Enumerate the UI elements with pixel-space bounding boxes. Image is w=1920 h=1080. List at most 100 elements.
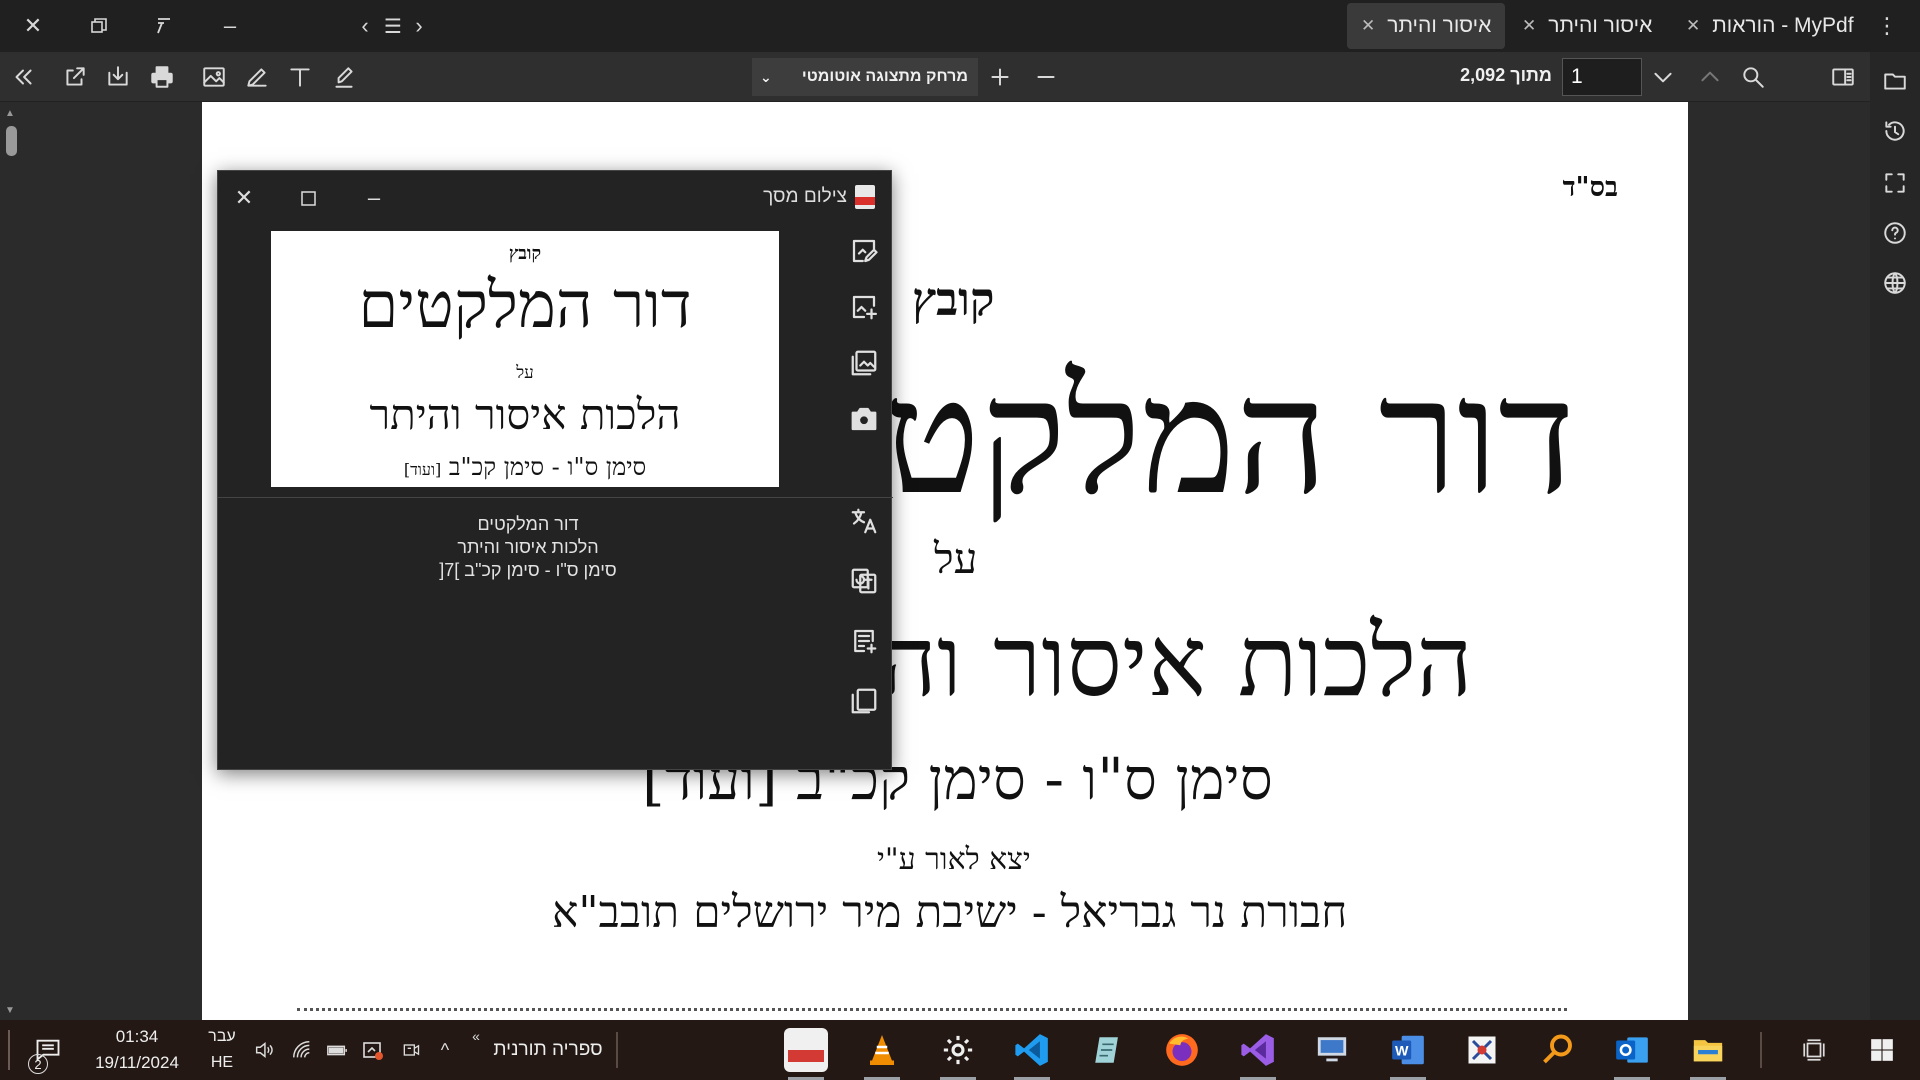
- remote-desktop-icon[interactable]: [1310, 1028, 1354, 1072]
- notification-center[interactable]: 2: [26, 1020, 70, 1080]
- pen-icon[interactable]: [242, 62, 272, 92]
- chevron-up-icon[interactable]: [1695, 62, 1725, 92]
- gallery-icon[interactable]: [846, 345, 882, 381]
- clock[interactable]: 01:34 19/11/2024: [82, 1020, 192, 1080]
- clock-date: 19/11/2024: [95, 1053, 179, 1072]
- add-image-icon[interactable]: [846, 289, 882, 325]
- zoom-in-icon[interactable]: [985, 62, 1015, 92]
- firefox-icon[interactable]: [1160, 1028, 1204, 1072]
- tab-instructions[interactable]: ✕ הוראות - MyPdf: [1672, 3, 1868, 49]
- sync-icon[interactable]: [358, 1020, 388, 1080]
- language-indicator[interactable]: עבר HE: [200, 1020, 244, 1080]
- windows-start-icon[interactable]: [1860, 1020, 1904, 1080]
- cut-text-line: [297, 1008, 1567, 1013]
- copy-icon[interactable]: [846, 683, 882, 719]
- toolbar: ⌄ מרחק מתצוגה אוטומטי מתוך 2,092 1: [0, 52, 1870, 102]
- edit-image-icon[interactable]: [846, 233, 882, 269]
- snip-image-al: על: [516, 363, 534, 383]
- fullscreen-icon[interactable]: [1880, 168, 1910, 198]
- outlook-icon[interactable]: [1610, 1028, 1654, 1080]
- captured-image: קובץ דור המלקטים על הלכות איסור והיתר סי…: [271, 231, 779, 487]
- show-hidden-icons-icon[interactable]: ^: [432, 1020, 458, 1080]
- scroll-up-arrow[interactable]: ▲: [5, 108, 15, 119]
- pin-icon[interactable]: [146, 8, 182, 44]
- globe-icon[interactable]: [1880, 268, 1910, 298]
- scroll-thumb[interactable]: [6, 126, 17, 156]
- snip-image-extra: [ועוד]: [403, 460, 442, 479]
- notepad-icon[interactable]: [1086, 1028, 1130, 1072]
- search-app-icon[interactable]: [1536, 1028, 1580, 1072]
- translate-icon[interactable]: [846, 503, 882, 539]
- chevron-down-icon: ⌄: [760, 68, 772, 85]
- snip-image-kovetz: קובץ: [508, 243, 542, 264]
- minimize-icon[interactable]: –: [212, 8, 248, 44]
- taskbar-toolbar-label[interactable]: ספריה תורנית: [488, 1020, 608, 1080]
- file-explorer-icon[interactable]: [1686, 1028, 1730, 1080]
- snip-image-subtitle: הלכות איסור והיתר: [369, 390, 681, 439]
- page-number-input[interactable]: 1: [1562, 58, 1642, 96]
- zoom-out-icon[interactable]: [1031, 62, 1061, 92]
- camera-icon[interactable]: [846, 401, 882, 437]
- tab-close-icon[interactable]: ✕: [1522, 16, 1536, 36]
- lang-top: עבר: [208, 1028, 236, 1045]
- snip-title: צילום מסך: [763, 186, 847, 207]
- header-mark: בס"ד: [1562, 172, 1618, 203]
- export-icon[interactable]: [60, 62, 90, 92]
- import-icon[interactable]: [103, 62, 133, 92]
- double-chevron-icon[interactable]: «: [466, 1006, 486, 1066]
- meet-icon[interactable]: [398, 1020, 424, 1080]
- snip-image-range-row: סימן ס"ו - סימן קכ"ב [ועוד]: [271, 453, 779, 482]
- chevron-down-icon[interactable]: [1648, 62, 1678, 92]
- search-icon[interactable]: [1738, 62, 1768, 92]
- vlc-icon[interactable]: [860, 1028, 904, 1080]
- notification-count-badge: 2: [28, 1054, 48, 1074]
- visual-studio-icon[interactable]: [1236, 1028, 1280, 1080]
- snip-title-bar: צילום מסך: [763, 185, 875, 209]
- wifi-icon[interactable]: [288, 1020, 316, 1080]
- vertical-scrollbar[interactable]: ▲ ▼: [0, 102, 22, 1020]
- doc-publisher: חבורת נר גבריאל - ישיבת מיר ירושלים תובב…: [552, 887, 1348, 938]
- task-view-icon[interactable]: [1794, 1020, 1834, 1080]
- pdf-app-icon[interactable]: [784, 1028, 828, 1080]
- doc-al: על: [934, 534, 978, 583]
- settings-icon[interactable]: [936, 1028, 980, 1080]
- zoom-select[interactable]: ⌄ מרחק מתצוגה אוטומטי: [752, 58, 978, 96]
- taskbar: 2 01:34 19/11/2024 עבר HE ^ « ספריה תורנ…: [0, 1020, 1920, 1080]
- ocr-line: סימן ס"ו - סימן קכ"ב ]7[: [439, 560, 617, 580]
- restore-icon[interactable]: [81, 8, 117, 44]
- volume-icon[interactable]: [250, 1020, 278, 1080]
- battery-icon[interactable]: [322, 1020, 352, 1080]
- tab-issur-active[interactable]: ✕ איסור והיתר: [1347, 3, 1506, 49]
- doc-kovetz: קובץ: [912, 272, 995, 326]
- word-icon[interactable]: W: [1386, 1028, 1430, 1080]
- tool-icon[interactable]: [1460, 1028, 1504, 1072]
- folder-icon[interactable]: [1880, 66, 1910, 96]
- close-icon[interactable]: ✕: [15, 8, 51, 44]
- kebab-icon[interactable]: ⋮: [1870, 8, 1904, 44]
- vscode-icon[interactable]: [1010, 1028, 1054, 1080]
- chevron-right-icon[interactable]: ›: [404, 8, 434, 44]
- ocr-result[interactable]: דור המלקטים הלכות איסור והיתר סימן ס"ו -…: [378, 513, 678, 582]
- tab-close-icon[interactable]: ✕: [1686, 16, 1700, 36]
- text-icon[interactable]: [285, 62, 315, 92]
- lang-bottom: HE: [210, 1054, 234, 1071]
- tab-label: הוראות - MyPdf: [1712, 14, 1854, 37]
- help-icon[interactable]: [1880, 218, 1910, 248]
- double-chevron-left-icon[interactable]: [8, 62, 38, 92]
- image-icon[interactable]: [199, 62, 229, 92]
- close-icon[interactable]: ✕: [226, 181, 262, 215]
- maximize-icon[interactable]: [290, 181, 326, 215]
- doc-published-by: יצא לאור ע"י: [877, 842, 1031, 877]
- sidebar-toggle-icon[interactable]: [1828, 62, 1858, 92]
- add-note-icon[interactable]: [846, 623, 882, 659]
- tab-close-icon[interactable]: ✕: [1361, 16, 1375, 36]
- screenshot-window: ✕ – צילום מסך קובץ דור המלקטים על הלכות …: [217, 170, 893, 770]
- print-icon[interactable]: [147, 62, 177, 92]
- google-translate-icon[interactable]: [846, 563, 882, 599]
- tab-issur[interactable]: ✕ איסור והיתר: [1508, 3, 1666, 49]
- scroll-down-arrow[interactable]: ▼: [5, 1005, 15, 1016]
- history-icon[interactable]: [1880, 116, 1910, 146]
- chevron-left-icon[interactable]: ‹: [350, 8, 380, 44]
- highlighter-icon[interactable]: [329, 62, 359, 92]
- minimize-icon[interactable]: –: [356, 181, 392, 215]
